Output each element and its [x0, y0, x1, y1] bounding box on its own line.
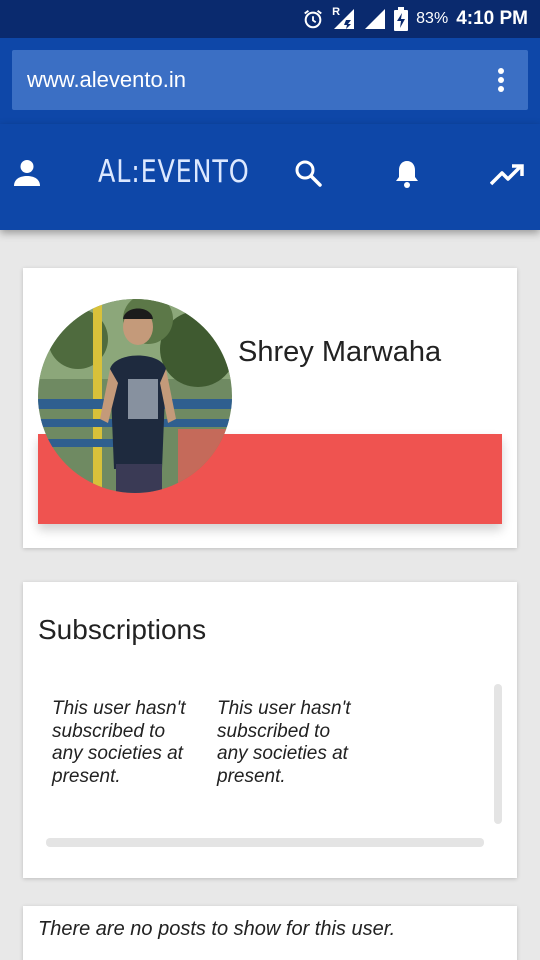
roaming-label: R	[332, 6, 341, 18]
profile-name: Shrey Marwaha	[238, 336, 442, 368]
alarm-icon	[302, 8, 324, 30]
status-icons: R 83% 4:10 PM	[302, 0, 528, 38]
browser-toolbar: www.alevento.in	[0, 38, 540, 124]
battery-charging-icon	[394, 7, 409, 31]
posts-empty-message: There are no posts to show for this user…	[38, 918, 396, 940]
subscription-empty-message: This user hasn't subscribed to any socie…	[217, 698, 351, 787]
vertical-scrollbar[interactable]	[494, 684, 502, 824]
trending-icon[interactable]	[489, 164, 524, 191]
signal-r-icon: R	[332, 6, 356, 30]
search-icon[interactable]	[294, 159, 322, 192]
app-bar: AL:EVENTO	[0, 124, 540, 230]
battery-percent: 83%	[416, 10, 449, 27]
clock: 4:10 PM	[456, 8, 528, 29]
subscription-empty-message: This user hasn't subscribed to any socie…	[52, 698, 186, 787]
horizontal-scrollbar[interactable]	[46, 838, 484, 847]
avatar[interactable]	[38, 299, 232, 493]
subscriptions-card: Subscriptions This user hasn't subscribe…	[23, 582, 517, 878]
url-field[interactable]: www.alevento.in	[12, 50, 528, 110]
profile-card: Shrey Marwaha	[23, 268, 517, 548]
brand-logo[interactable]: AL:EVENTO	[98, 154, 250, 190]
status-bar: R 83% 4:10 PM	[0, 0, 540, 38]
more-vert-icon[interactable]	[496, 68, 506, 94]
bell-icon[interactable]	[393, 159, 421, 194]
url-text[interactable]: www.alevento.in	[27, 50, 186, 110]
posts-card: There are no posts to show for this user…	[23, 906, 517, 960]
person-icon[interactable]	[14, 159, 40, 192]
signal-icon	[364, 8, 386, 30]
subscriptions-title: Subscriptions	[38, 614, 207, 645]
